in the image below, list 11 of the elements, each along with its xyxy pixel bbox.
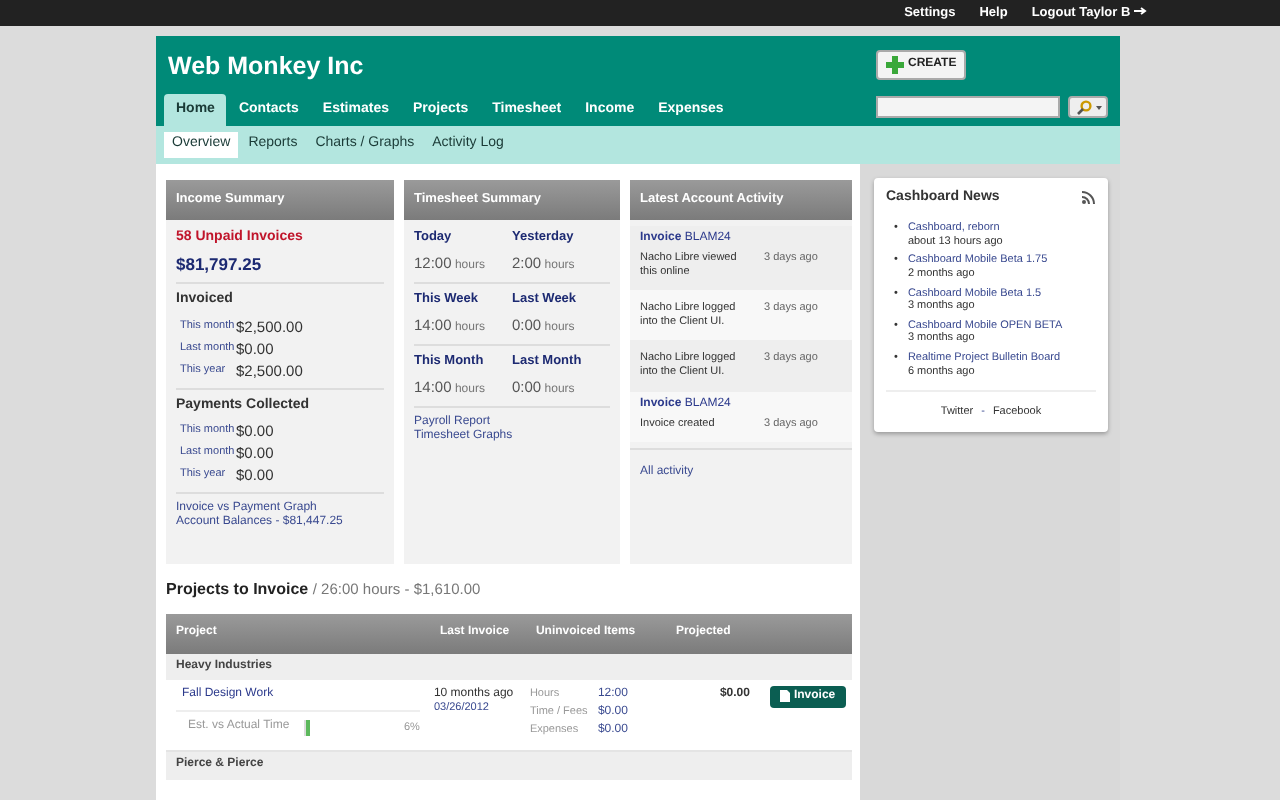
search-button[interactable] [1068, 96, 1108, 118]
caret-icon [1095, 105, 1101, 109]
site-title: Web Monkey Inc [168, 52, 366, 82]
plus-icon [886, 56, 904, 74]
search-field[interactable] [876, 96, 1060, 118]
arrow-icon [1134, 6, 1148, 17]
document-icon [779, 690, 790, 703]
search-icon [1075, 99, 1091, 115]
section-heading: Projects to Invoice [166, 579, 309, 598]
total-amount: $81,797.25 [176, 254, 264, 275]
rss-icon[interactable] [1082, 190, 1096, 205]
